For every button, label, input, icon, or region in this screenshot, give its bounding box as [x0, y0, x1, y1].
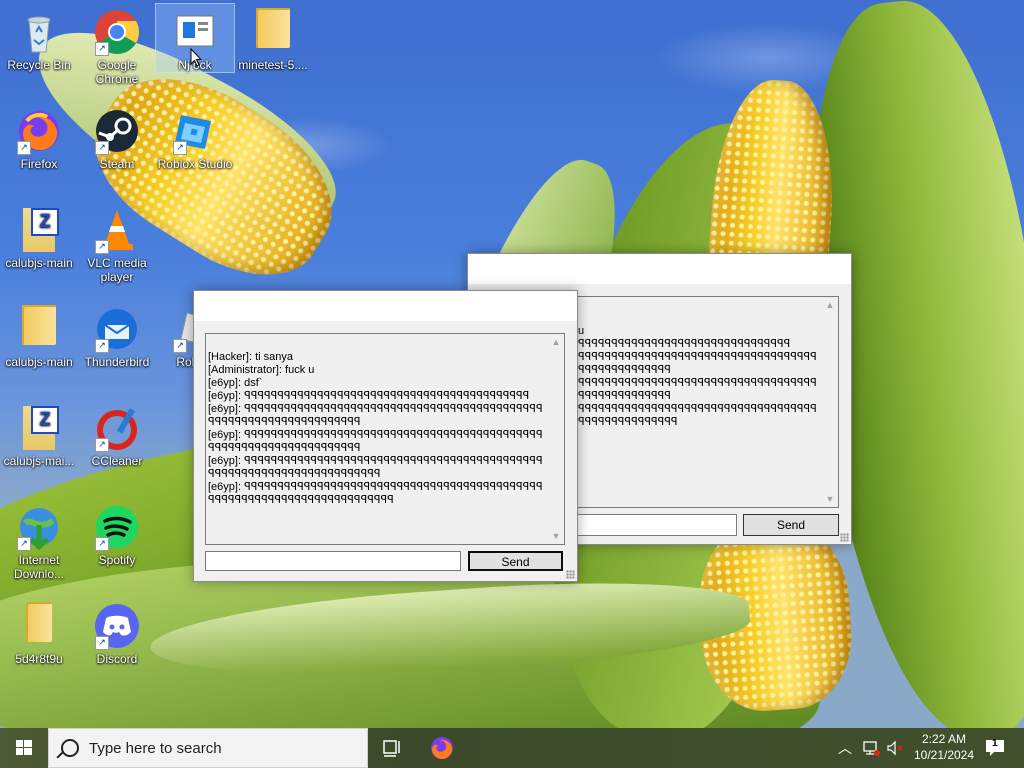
mouse-cursor-icon [190, 48, 202, 67]
5d4r8t9u-folder-desktop-icon[interactable]: 5d4r8t9u [0, 598, 78, 666]
icon-label: minetest-5.... [238, 58, 308, 72]
chat-log-scrollbar[interactable]: ▲ ▼ [822, 297, 838, 507]
taskbar-search-box[interactable]: Type here to search [48, 728, 368, 768]
chat-message: [e6yp]: ꟼꟼꟼꟼꟼꟼꟼꟼꟼꟼꟼꟼꟼꟼꟼꟼꟼꟼꟼꟼꟼꟼꟼꟼꟼꟼꟼꟼꟼꟼꟼꟼ… [208, 429, 543, 454]
task-view-button[interactable] [368, 728, 416, 768]
scroll-up-arrow-icon[interactable]: ▲ [548, 334, 564, 350]
google-chrome-desktop-icon[interactable]: ↗ Google Chrome [78, 4, 156, 86]
desktop[interactable]: Recycle Bin ↗ Google Chrome Nj ock minet… [0, 0, 1024, 728]
zip-archive-icon: Z [15, 404, 63, 452]
chat-message: u [578, 325, 585, 337]
chat-window-front[interactable]: [Hacker]: ti sanya [Administrator]: fuck… [193, 290, 578, 582]
clock[interactable]: 2:22 AM 10/21/2024 [908, 731, 980, 763]
discord-icon: ↗ [93, 602, 141, 650]
minetest-folder-desktop-icon[interactable]: minetest-5.... [234, 4, 312, 72]
ccleaner-desktop-icon[interactable]: ↗ CCleaner [78, 400, 156, 468]
chat-message: ꟼꟼꟼꟼꟼꟼꟼꟼꟼꟼꟼꟼꟼꟼꟼꟼꟼꟼꟼꟼꟼꟼꟼꟼꟼꟼꟼꟼꟼꟼꟼꟼꟼꟼꟼꟼꟼꟼꟼꟼ… [578, 351, 817, 376]
thunderbird-icon: ↗ [93, 305, 141, 353]
resize-grip-icon[interactable] [840, 533, 849, 542]
internet-download-manager-desktop-icon[interactable]: ↗ Internet Downlo... [0, 499, 78, 581]
spotify-icon: ↗ [93, 503, 141, 551]
icon-label: Roblox Studio [157, 157, 233, 171]
scroll-down-arrow-icon[interactable]: ▼ [822, 491, 838, 507]
icon-label: Firefox [20, 157, 58, 171]
icon-label: Internet Downlo... [13, 553, 65, 581]
vlc-cone-icon: ↗ [93, 206, 141, 254]
scroll-down-arrow-icon[interactable]: ▼ [548, 528, 564, 544]
clock-date: 10/21/2024 [913, 748, 975, 762]
action-center-button[interactable]: 1 [982, 736, 1008, 760]
icon-label: CCleaner [91, 454, 143, 468]
task-view-icon [383, 740, 400, 757]
spotify-desktop-icon[interactable]: ↗ Spotify [78, 499, 156, 567]
search-icon [61, 739, 79, 757]
firefox-icon [431, 737, 453, 760]
send-button[interactable]: Send [743, 514, 839, 536]
icon-label: Thunderbird [84, 355, 150, 369]
chat-message: [e6yp]: ꟼꟼꟼꟼꟼꟼꟼꟼꟼꟼꟼꟼꟼꟼꟼꟼꟼꟼꟼꟼꟼꟼꟼꟼꟼꟼꟼꟼꟼꟼꟼꟼ… [208, 403, 543, 428]
icon-label: calubjs-main [5, 355, 73, 369]
folder-icon [15, 602, 63, 650]
icon-label: Discord [96, 652, 138, 666]
scroll-up-arrow-icon[interactable]: ▲ [822, 297, 838, 313]
chat-message: [e6yp]: ꟼꟼꟼꟼꟼꟼꟼꟼꟼꟼꟼꟼꟼꟼꟼꟼꟼꟼꟼꟼꟼꟼꟼꟼꟼꟼꟼꟼꟼꟼꟼꟼ… [208, 390, 530, 402]
chat-message: [Hacker]: ti sanya [208, 351, 293, 363]
chat-message: ꟼꟼꟼꟼꟼꟼꟼꟼꟼꟼꟼꟼꟼꟼꟼꟼꟼꟼꟼꟼꟼꟼꟼꟼꟼꟼꟼꟼꟼꟼꟼꟼꟼꟼꟼꟼꟼꟼꟼꟼ… [578, 377, 817, 402]
discord-desktop-icon[interactable]: ↗ Discord [78, 598, 156, 666]
calubjs-main-folder-desktop-icon[interactable]: calubjs-main [0, 301, 78, 369]
icon-label: 5d4r8t9u [15, 652, 63, 666]
taskbar: Type here to search ︿ 2:22 AM 10/21/2024 [0, 728, 1024, 768]
folder-icon [15, 305, 63, 353]
steam-icon: ↗ [93, 107, 141, 155]
firefox-desktop-icon[interactable]: ↗ Firefox [0, 103, 78, 171]
steam-desktop-icon[interactable]: ↗ Steam [78, 103, 156, 171]
icon-label: Spotify [98, 553, 136, 567]
chat-log[interactable]: u ꟼꟼꟼꟼꟼꟼꟼꟼꟼꟼꟼꟼꟼꟼꟼꟼꟼꟼꟼꟼꟼꟼꟼꟼꟼꟼꟼꟼꟼꟼꟼꟼ ꟼꟼꟼꟼꟼ… [575, 296, 839, 508]
send-button[interactable]: Send [468, 551, 563, 571]
window-titlebar[interactable] [468, 254, 851, 284]
calubjs-mai-zip-desktop-icon[interactable]: Z calubjs-mai... [0, 400, 78, 468]
recycle-bin-icon [15, 8, 63, 56]
vlc-desktop-icon[interactable]: ↗ VLC media player [78, 202, 156, 284]
chat-message: ꟼꟼꟼꟼꟼꟼꟼꟼꟼꟼꟼꟼꟼꟼꟼꟼꟼꟼꟼꟼꟼꟼꟼꟼꟼꟼꟼꟼꟼꟼꟼꟼ [578, 338, 791, 350]
resize-grip-icon[interactable] [566, 570, 575, 579]
network-icon[interactable] [862, 740, 880, 756]
zip-archive-icon: Z [15, 206, 63, 254]
icon-label: calubjs-main [5, 256, 73, 270]
thunderbird-desktop-icon[interactable]: ↗ Thunderbird [78, 301, 156, 369]
globe-download-icon: ↗ [15, 503, 63, 551]
icon-label: Steam [99, 157, 135, 171]
chat-message: [e6yp]: ꟼꟼꟼꟼꟼꟼꟼꟼꟼꟼꟼꟼꟼꟼꟼꟼꟼꟼꟼꟼꟼꟼꟼꟼꟼꟼꟼꟼꟼꟼꟼꟼ… [208, 481, 543, 506]
chat-message: ꟼꟼꟼꟼꟼꟼꟼꟼꟼꟼꟼꟼꟼꟼꟼꟼꟼꟼꟼꟼꟼꟼꟼꟼꟼꟼꟼꟼꟼꟼꟼꟼꟼꟼꟼꟼꟼꟼꟼꟼ… [578, 403, 817, 428]
recycle-bin-desktop-icon[interactable]: Recycle Bin [0, 4, 78, 72]
ccleaner-icon: ↗ [93, 404, 141, 452]
system-tray: ︿ 2:22 AM 10/21/2024 1 [830, 728, 1024, 768]
window-titlebar[interactable] [194, 291, 577, 321]
roblox-studio-desktop-icon[interactable]: ↗ Roblox Studio [156, 103, 234, 171]
message-input[interactable] [575, 514, 737, 536]
icon-label: VLC media player [87, 256, 147, 284]
icon-label: Google Chrome [95, 58, 139, 86]
firefox-icon: ↗ [15, 107, 63, 155]
folder-icon [249, 8, 297, 56]
chrome-icon: ↗ [93, 8, 141, 56]
clock-time: 2:22 AM [921, 732, 967, 746]
taskbar-firefox-button[interactable] [418, 728, 466, 768]
chat-log[interactable]: [Hacker]: ti sanya [Administrator]: fuck… [205, 333, 565, 545]
chat-log-scrollbar[interactable]: ▲ ▼ [548, 334, 564, 544]
roblox-studio-icon: ↗ [171, 107, 219, 155]
search-placeholder: Type here to search [89, 740, 222, 757]
chat-message: [e6yp]: dsf` [208, 377, 263, 389]
chat-message: [e6yp]: ꟼꟼꟼꟼꟼꟼꟼꟼꟼꟼꟼꟼꟼꟼꟼꟼꟼꟼꟼꟼꟼꟼꟼꟼꟼꟼꟼꟼꟼꟼꟼꟼ… [208, 455, 543, 480]
chat-message: [Administrator]: fuck u [208, 364, 315, 376]
show-hidden-icons-chevron-icon[interactable]: ︿ [838, 738, 852, 758]
message-input[interactable] [205, 551, 461, 571]
icon-label: Recycle Bin [7, 58, 71, 72]
windows-logo-icon [16, 740, 32, 755]
calubjs-main-zip-desktop-icon[interactable]: Z calubjs-main [0, 202, 78, 270]
start-button[interactable] [0, 728, 48, 768]
volume-muted-icon[interactable] [886, 740, 904, 756]
notification-count-badge: 1 [992, 738, 998, 749]
icon-label: calubjs-mai... [3, 454, 75, 468]
